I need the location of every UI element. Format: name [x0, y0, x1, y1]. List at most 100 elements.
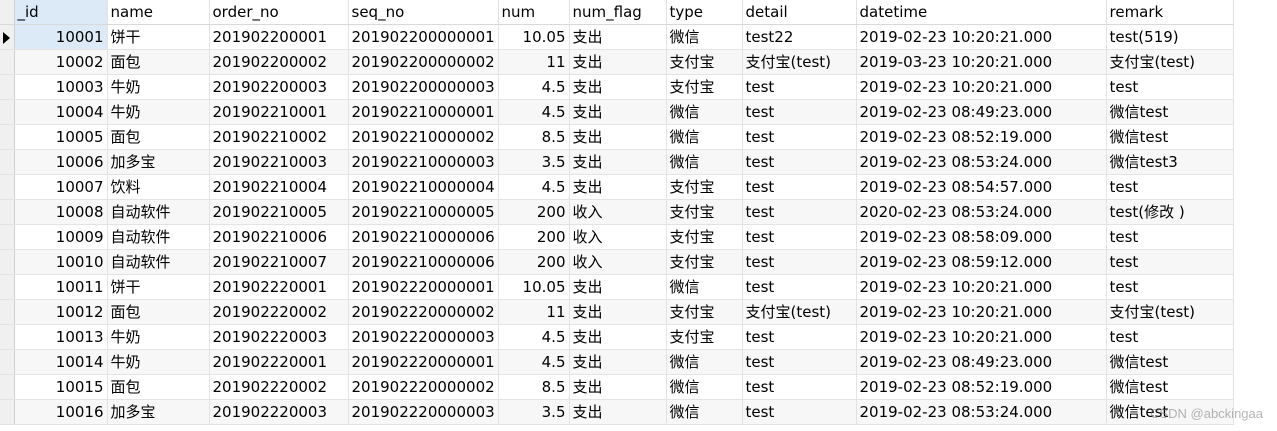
cell-remark[interactable]: test: [1106, 74, 1234, 100]
cell-num-flag[interactable]: 支出: [569, 124, 667, 150]
cell-detail[interactable]: test: [742, 199, 857, 225]
row-indicator[interactable]: [0, 299, 15, 325]
cell-num[interactable]: 4.5: [498, 349, 570, 375]
cell-detail[interactable]: test: [742, 149, 857, 175]
cell-num[interactable]: 8.5: [498, 124, 570, 150]
cell-order-no[interactable]: 201902220002: [209, 299, 349, 325]
table-row[interactable]: 10010 自动软件 201902210007 201902210000006 200 收…: [0, 249, 1234, 275]
cell-order-no[interactable]: 201902220003: [209, 399, 349, 425]
cell-detail[interactable]: 支付宝(test): [742, 299, 857, 325]
cell-type[interactable]: 微信: [666, 24, 743, 50]
cell-type[interactable]: 支付宝: [666, 199, 743, 225]
cell-num-flag[interactable]: 支出: [569, 99, 667, 125]
cell-detail[interactable]: test: [742, 349, 857, 375]
table-row[interactable]: 10005 面包 201902210002 201902210000002 8.5 支出微…: [0, 124, 1234, 150]
cell-id[interactable]: 10003: [14, 74, 108, 100]
cell-num[interactable]: 8.5: [498, 374, 570, 400]
cell-num-flag[interactable]: 收入: [569, 224, 667, 250]
cell-num[interactable]: 200: [498, 249, 570, 275]
cell-name[interactable]: 加多宝: [107, 399, 210, 425]
column-header-remark[interactable]: remark: [1106, 0, 1234, 25]
cell-num-flag[interactable]: 支出: [569, 274, 667, 300]
cell-datetime[interactable]: 2020-02-23 08:53:24.000: [856, 199, 1107, 225]
cell-id[interactable]: 10011: [14, 274, 108, 300]
cell-seq-no[interactable]: 201902200000002: [348, 49, 499, 75]
cell-num-flag[interactable]: 支出: [569, 49, 667, 75]
cell-id[interactable]: 10006: [14, 149, 108, 175]
cell-type[interactable]: 微信: [666, 149, 743, 175]
cell-seq-no[interactable]: 201902210000001: [348, 99, 499, 125]
row-indicator[interactable]: [0, 349, 15, 375]
cell-num-flag[interactable]: 支出: [569, 324, 667, 350]
table-row[interactable]: 10003 牛奶 201902200003 201902200000003 4.5 支出支…: [0, 74, 1234, 100]
cell-detail[interactable]: test: [742, 224, 857, 250]
cell-name[interactable]: 面包: [107, 374, 210, 400]
cell-datetime[interactable]: 2019-02-23 10:20:21.000: [856, 24, 1107, 50]
cell-num[interactable]: 200: [498, 199, 570, 225]
cell-detail[interactable]: test: [742, 274, 857, 300]
table-row[interactable]: 10014 牛奶 201902220001 201902220000001 4.5 支出微…: [0, 349, 1234, 375]
cell-datetime[interactable]: 2019-02-23 08:59:12.000: [856, 249, 1107, 275]
cell-num-flag[interactable]: 支出: [569, 24, 667, 50]
cell-detail[interactable]: test22: [742, 24, 857, 50]
cell-detail[interactable]: 支付宝(test): [742, 49, 857, 75]
cell-type[interactable]: 支付宝: [666, 324, 743, 350]
cell-datetime[interactable]: 2019-02-23 08:53:24.000: [856, 399, 1107, 425]
cell-num-flag[interactable]: 支出: [569, 349, 667, 375]
table-row[interactable]: 10008 自动软件 201902210005 201902210000005 200 收…: [0, 199, 1234, 225]
cell-name[interactable]: 牛奶: [107, 324, 210, 350]
cell-num[interactable]: 4.5: [498, 174, 570, 200]
column-header-detail[interactable]: detail: [742, 0, 857, 25]
cell-detail[interactable]: test: [742, 324, 857, 350]
cell-order-no[interactable]: 201902210004: [209, 174, 349, 200]
cell-num-flag[interactable]: 支出: [569, 299, 667, 325]
cell-id[interactable]: 10013: [14, 324, 108, 350]
cell-name[interactable]: 自动软件: [107, 199, 210, 225]
cell-num[interactable]: 3.5: [498, 399, 570, 425]
cell-order-no[interactable]: 201902220001: [209, 349, 349, 375]
cell-remark[interactable]: test: [1106, 249, 1234, 275]
cell-num-flag[interactable]: 支出: [569, 399, 667, 425]
cell-remark[interactable]: 支付宝(test): [1106, 49, 1234, 75]
cell-id[interactable]: 10016: [14, 399, 108, 425]
cell-name[interactable]: 面包: [107, 299, 210, 325]
cell-num-flag[interactable]: 支出: [569, 174, 667, 200]
cell-type[interactable]: 支付宝: [666, 299, 743, 325]
cell-name[interactable]: 饮料: [107, 174, 210, 200]
cell-datetime[interactable]: 2019-02-23 10:20:21.000: [856, 74, 1107, 100]
cell-seq-no[interactable]: 201902220000001: [348, 349, 499, 375]
cell-seq-no[interactable]: 201902210000006: [348, 224, 499, 250]
cell-name[interactable]: 饼干: [107, 274, 210, 300]
cell-datetime[interactable]: 2019-02-23 10:20:21.000: [856, 274, 1107, 300]
table-row[interactable]: 10002 面包 201902200002 201902200000002 11 支出 支付…: [0, 49, 1234, 75]
cell-seq-no[interactable]: 201902210000002: [348, 124, 499, 150]
column-header-name[interactable]: name: [107, 0, 210, 25]
row-indicator[interactable]: [0, 274, 15, 300]
cell-remark[interactable]: test: [1106, 224, 1234, 250]
row-indicator[interactable]: [0, 49, 15, 75]
row-indicator[interactable]: [0, 149, 15, 175]
cell-id[interactable]: 10015: [14, 374, 108, 400]
cell-name[interactable]: 牛奶: [107, 99, 210, 125]
cell-num-flag[interactable]: 支出: [569, 74, 667, 100]
cell-datetime[interactable]: 2019-02-23 08:54:57.000: [856, 174, 1107, 200]
cell-id[interactable]: 10005: [14, 124, 108, 150]
cell-order-no[interactable]: 201902210007: [209, 249, 349, 275]
cell-num[interactable]: 4.5: [498, 99, 570, 125]
cell-remark[interactable]: 微信test: [1106, 99, 1234, 125]
cell-remark[interactable]: 微信test: [1106, 374, 1234, 400]
cell-num[interactable]: 10.05: [498, 274, 570, 300]
cell-name[interactable]: 饼干: [107, 24, 210, 50]
column-header-seq-no[interactable]: seq_no: [348, 0, 499, 25]
cell-type[interactable]: 支付宝: [666, 249, 743, 275]
row-indicator[interactable]: [0, 224, 15, 250]
cell-seq-no[interactable]: 201902210000006: [348, 249, 499, 275]
cell-name[interactable]: 面包: [107, 124, 210, 150]
cell-seq-no[interactable]: 201902210000005: [348, 199, 499, 225]
column-header-num-flag[interactable]: num_flag: [569, 0, 667, 25]
cell-seq-no[interactable]: 201902200000001: [348, 24, 499, 50]
cell-datetime[interactable]: 2019-02-23 08:52:19.000: [856, 124, 1107, 150]
cell-id[interactable]: 10002: [14, 49, 108, 75]
cell-type[interactable]: 微信: [666, 399, 743, 425]
cell-detail[interactable]: test: [742, 374, 857, 400]
